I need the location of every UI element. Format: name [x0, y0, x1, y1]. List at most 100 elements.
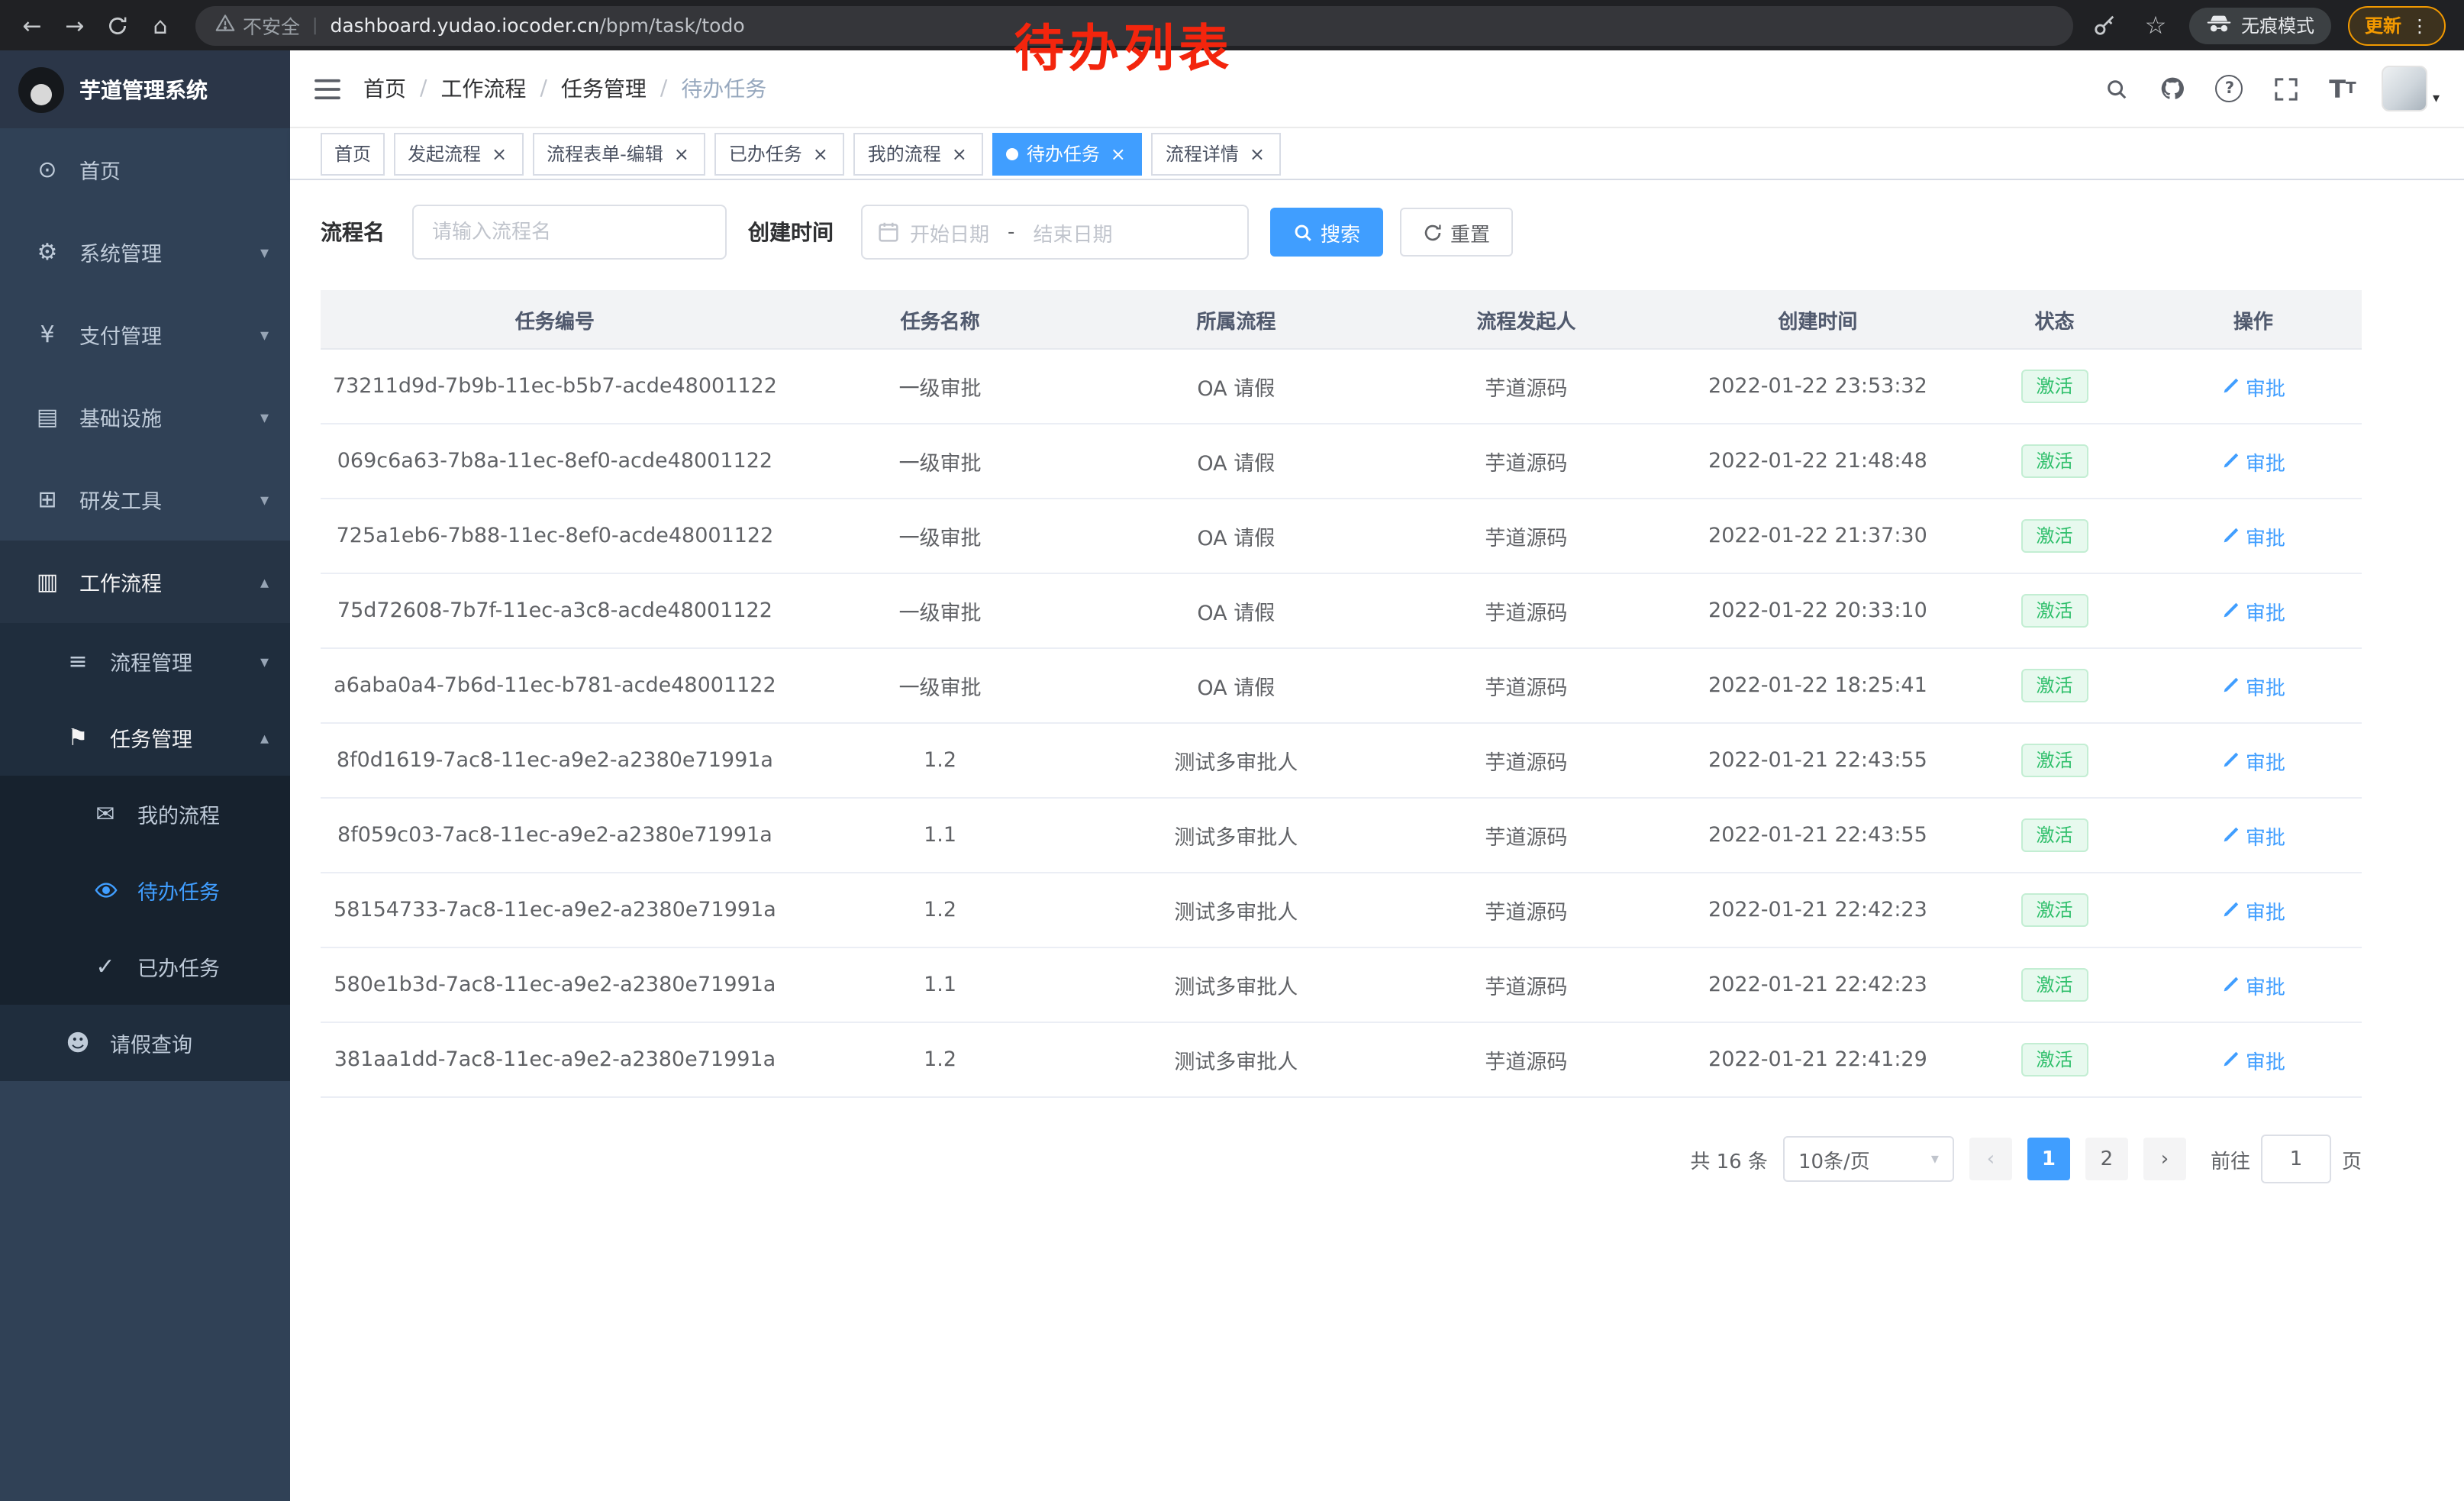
status-badge: 激活 [2021, 1042, 2088, 1077]
sidebar-item-leave-query[interactable]: ☻ 请假查询 [0, 1005, 290, 1081]
process-name-input[interactable] [412, 205, 727, 260]
sidebar-item-label: 我的流程 [137, 799, 220, 829]
cell-actions: 审批 [2145, 1045, 2362, 1074]
screen: ← → ⌂ 不安全 | dashboard.yudao.iocoder.cn/b… [0, 0, 2464, 1501]
sidebar-item-label: 待办任务 [137, 875, 220, 905]
page-button-2[interactable]: 2 [2085, 1138, 2128, 1180]
font-size-icon[interactable]: TT [2326, 72, 2359, 105]
pencil-icon [2221, 976, 2240, 994]
yen-icon: ¥ [31, 321, 64, 348]
approve-link[interactable]: 审批 [2221, 521, 2285, 550]
sidebar-item-process-management[interactable]: ≡ 流程管理 ▾ [0, 623, 290, 699]
tab-process-detail[interactable]: 流程详情 × [1152, 132, 1282, 175]
page-size-select[interactable]: 10条/页 ▾ [1783, 1136, 1954, 1182]
cell-create-time: 2022-01-22 21:48:48 [1671, 449, 1964, 473]
table-row: 73211d9d-7b9b-11ec-b5b7-acde48001122 一级审… [321, 350, 2362, 424]
close-icon[interactable]: × [489, 143, 510, 164]
top-navbar: 首页 / 工作流程 / 任务管理 / 待办任务 ? [290, 50, 2464, 128]
fullscreen-icon[interactable] [2269, 72, 2303, 105]
sidebar-item-infrastructure[interactable]: ▤ 基础设施 ▾ [0, 376, 290, 458]
approve-link[interactable]: 审批 [2221, 746, 2285, 775]
caret-down-icon: ▾ [1931, 1151, 1939, 1167]
key-icon[interactable] [2088, 8, 2122, 42]
user-avatar[interactable]: ▾ [2382, 66, 2440, 111]
chrome-right-controls: ☆ 无痕模式 更新 ⋮ [2088, 5, 2452, 45]
bookmark-star-icon[interactable]: ☆ [2139, 8, 2172, 42]
cell-status: 激活 [1964, 1042, 2144, 1077]
address-bar[interactable]: 不安全 | dashboard.yudao.iocoder.cn/bpm/tas… [195, 5, 2073, 45]
approve-link[interactable]: 审批 [2221, 821, 2285, 850]
cell-initiator: 芋道源码 [1381, 895, 1671, 925]
breadcrumb-item[interactable]: 工作流程 [440, 73, 526, 104]
goto-page: 前往 页 [2211, 1135, 2362, 1183]
goto-page-input[interactable] [2261, 1135, 2331, 1183]
close-icon[interactable]: × [810, 143, 831, 164]
cell-initiator: 芋道源码 [1381, 1044, 1671, 1075]
sidebar-item-done-tasks[interactable]: ✓ 已办任务 [0, 928, 290, 1005]
github-icon[interactable] [2156, 72, 2190, 105]
search-button[interactable]: 搜索 [1270, 208, 1383, 257]
tab-todo-tasks[interactable]: 待办任务 × [993, 132, 1143, 175]
prev-page-button[interactable]: ‹ [1969, 1138, 2012, 1180]
pencil-icon [2221, 826, 2240, 844]
breadcrumb: 首页 / 工作流程 / 任务管理 / 待办任务 [363, 73, 766, 104]
forward-icon[interactable]: → [55, 5, 95, 45]
menu-dots-icon[interactable]: ⋮ [2411, 15, 2429, 36]
update-button[interactable]: 更新 ⋮ [2348, 5, 2446, 45]
calendar-icon [878, 221, 899, 243]
help-icon[interactable]: ? [2213, 72, 2246, 105]
sidebar-item-payment-management[interactable]: ¥ 支付管理 ▾ [0, 293, 290, 376]
sidebar-item-todo-tasks[interactable]: 待办任务 [0, 852, 290, 928]
table-row: 580e1b3d-7ac8-11ec-a9e2-a2380e71991a 1.1… [321, 948, 2362, 1023]
table-header-row: 任务编号 任务名称 所属流程 流程发起人 创建时间 状态 操作 [321, 290, 2362, 350]
tab-my-processes[interactable]: 我的流程 × [854, 132, 984, 175]
close-icon[interactable]: × [949, 143, 970, 164]
next-page-button[interactable]: › [2143, 1138, 2186, 1180]
status-badge: 激活 [2021, 818, 2088, 853]
close-icon[interactable]: × [1247, 143, 1268, 164]
list-icon: ≡ [61, 647, 95, 675]
not-secure-warning[interactable]: 不安全 [215, 11, 300, 40]
close-icon[interactable]: × [1108, 143, 1129, 164]
sidebar-item-home[interactable]: ⊙ 首页 [0, 128, 290, 211]
page-button-1[interactable]: 1 [2027, 1138, 2070, 1180]
close-icon[interactable]: × [671, 143, 692, 164]
sidebar-item-task-management[interactable]: ⚑ 任务管理 ▴ [0, 699, 290, 776]
tab-process-form-edit[interactable]: 流程表单-编辑 × [533, 132, 706, 175]
sidebar-item-label: 首页 [79, 154, 121, 185]
approve-link[interactable]: 审批 [2221, 1045, 2285, 1074]
approve-link[interactable]: 审批 [2221, 970, 2285, 999]
reset-button[interactable]: 重置 [1400, 208, 1513, 257]
approve-link[interactable]: 审批 [2221, 372, 2285, 401]
approve-link[interactable]: 审批 [2221, 896, 2285, 925]
date-range-picker[interactable]: 开始日期 - 结束日期 [861, 205, 1249, 260]
approve-link[interactable]: 审批 [2221, 596, 2285, 625]
pencil-icon [2221, 751, 2240, 770]
process-name-label: 流程名 [321, 217, 385, 247]
sidebar-item-system-management[interactable]: ⚙ 系统管理 ▾ [0, 211, 290, 293]
status-badge: 激活 [2021, 893, 2088, 928]
sidebar-item-my-processes[interactable]: ✉ 我的流程 [0, 776, 290, 852]
sidebar-toggle-icon[interactable] [314, 77, 340, 100]
home-icon[interactable]: ⌂ [140, 5, 180, 45]
approve-link[interactable]: 审批 [2221, 447, 2285, 476]
tab-home[interactable]: 首页 [321, 132, 385, 175]
sidebar-item-dev-tools[interactable]: ⊞ 研发工具 ▾ [0, 458, 290, 541]
url-text[interactable]: dashboard.yudao.iocoder.cn/bpm/task/todo [330, 14, 744, 37]
back-icon[interactable]: ← [12, 5, 52, 45]
message-icon: ✉ [89, 800, 122, 828]
sidebar-item-workflow[interactable]: ▥ 工作流程 ▴ [0, 541, 290, 623]
incognito-icon [2206, 13, 2232, 37]
tab-initiate-process[interactable]: 发起流程 × [394, 132, 524, 175]
status-badge: 激活 [2021, 967, 2088, 1002]
status-badge: 激活 [2021, 593, 2088, 628]
tab-done-tasks[interactable]: 已办任务 × [715, 132, 845, 175]
breadcrumb-item[interactable]: 任务管理 [561, 73, 647, 104]
breadcrumb-item[interactable]: 首页 [363, 73, 406, 104]
approve-link[interactable]: 审批 [2221, 671, 2285, 700]
refresh-icon[interactable] [98, 5, 137, 45]
logo[interactable]: 芋道管理系统 [0, 50, 290, 128]
search-icon[interactable] [2100, 72, 2133, 105]
cell-actions: 审批 [2145, 746, 2362, 775]
cell-create-time: 2022-01-21 22:41:29 [1671, 1047, 1964, 1072]
